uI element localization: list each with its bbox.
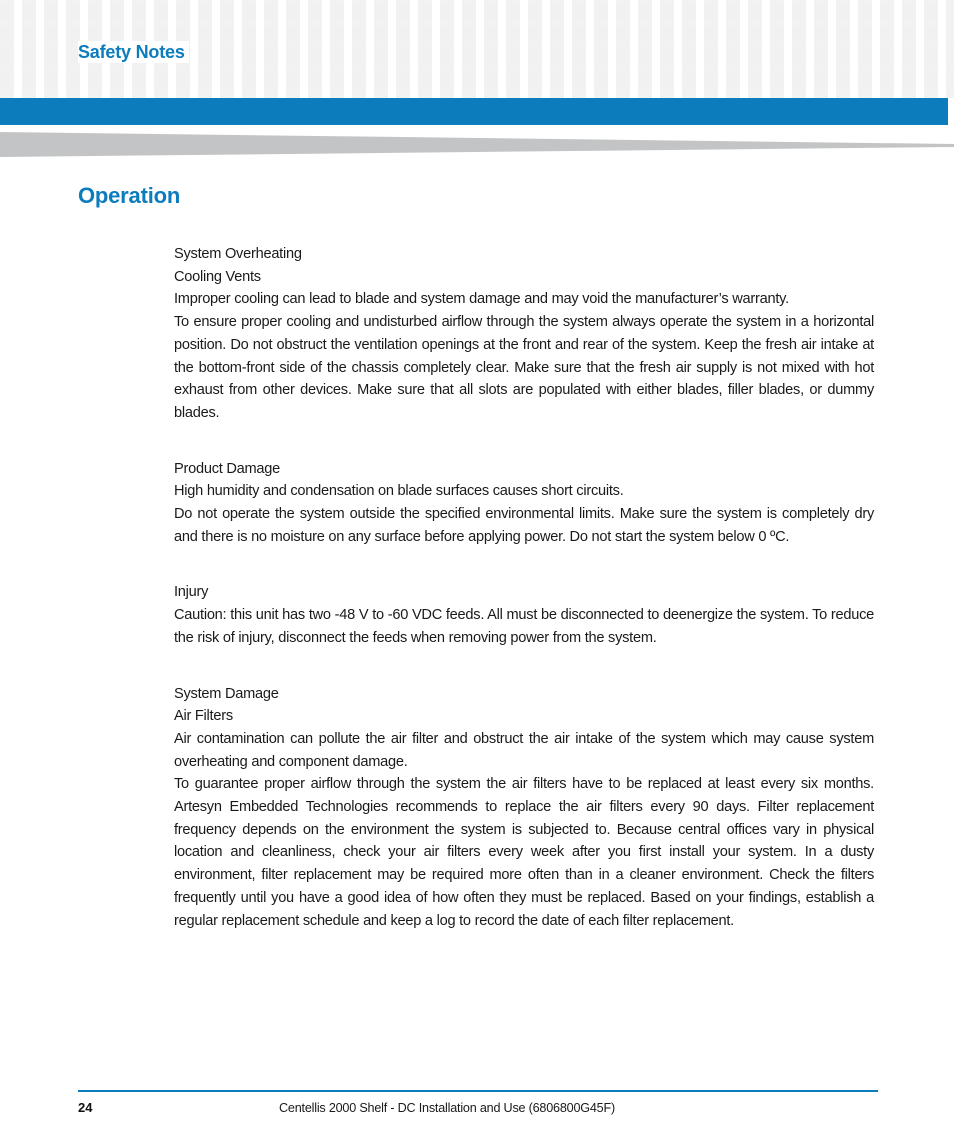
section-paragraph: Do not operate the system outside the sp…: [174, 506, 874, 545]
document-body: System Overheating Cooling Vents Imprope…: [174, 243, 874, 932]
header-blue-rule: [0, 98, 948, 125]
section-label: Injury: [174, 584, 209, 601]
section-product-damage: Product Damage High humidity and condens…: [174, 458, 874, 549]
section-paragraph: Caution: this unit has two -48 V to -60 …: [174, 607, 874, 646]
section-label: Product Damage: [174, 460, 281, 477]
section-system-damage: System Damage Air Filters Air contaminat…: [174, 683, 874, 933]
section-injury: Injury Caution: this unit has two -48 V …: [174, 581, 874, 649]
grid-row: [0, 71, 954, 86]
section-paragraph: To guarantee proper airflow through the …: [174, 776, 874, 929]
page-title: Operation: [78, 183, 181, 208]
section-subtitle: Air Filters: [174, 708, 233, 725]
grid-row: [0, 5, 954, 20]
grid-row: [0, 27, 954, 42]
section-paragraph: To ensure proper cooling and undisturbed…: [174, 314, 874, 421]
section-label: System Damage: [174, 685, 279, 702]
footer-rule: [78, 1090, 878, 1092]
section-paragraph: Air contamination can pollute the air fi…: [174, 730, 874, 770]
section-paragraph: Improper cooling can lead to blade and s…: [174, 291, 789, 308]
section-paragraph: High humidity and condensation on blade …: [174, 483, 624, 500]
header-chapter-title: Safety Notes: [78, 41, 189, 63]
footer-document-title: Centellis 2000 Shelf - DC Installation a…: [279, 1101, 615, 1115]
section-label: System Overheating: [174, 246, 302, 262]
section-subtitle: Cooling Vents: [174, 268, 261, 285]
header-gray-swoosh: [0, 132, 954, 158]
section-system-overheating: System Overheating Cooling Vents Imprope…: [174, 243, 874, 425]
